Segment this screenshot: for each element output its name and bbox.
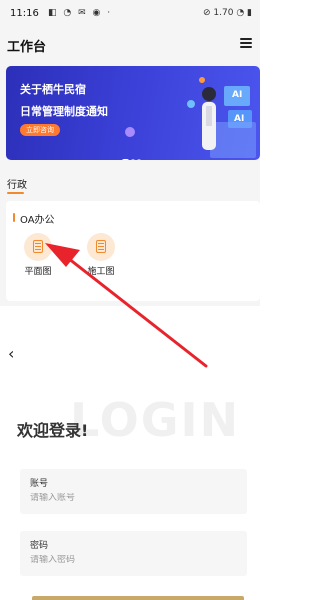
hamburger-menu-icon[interactable] (240, 38, 252, 48)
app-label: 施工图 (87, 267, 115, 277)
app-header: 工作台 (0, 28, 260, 60)
ai-badge: AI (232, 90, 243, 100)
status-time: 11:16 (10, 8, 39, 19)
tab-admin[interactable]: 行政 (7, 176, 27, 191)
account-input[interactable] (30, 493, 230, 503)
account-label: 账号 (30, 479, 49, 489)
banner-title: 关于栖牛民宿 (20, 83, 86, 96)
login-watermark: LOGIN (70, 393, 241, 447)
section-marker (13, 213, 15, 222)
section-title: OA办公 (20, 215, 55, 226)
app-construction-drawing[interactable]: 施工图 (81, 233, 121, 277)
promo-banner[interactable]: 关于栖牛民宿 日常管理制度通知 AI AI 立即咨询 (6, 66, 260, 160)
password-label: 密码 (30, 541, 49, 551)
consult-button[interactable]: 立即咨询 (20, 124, 60, 136)
app-label: 平面图 (24, 267, 52, 277)
back-chevron-icon[interactable]: ‹ (8, 344, 22, 364)
workspace-screen: 11:16 ◧ ◔ ✉ ◉ · ⊘ 1.70 ◔ ▮ 工作台 关于栖牛民宿 日常… (0, 0, 260, 306)
password-field: 密码 (20, 531, 247, 576)
page-title: 工作台 (7, 40, 47, 55)
document-icon (87, 233, 115, 261)
status-bar: 11:16 ◧ ◔ ✉ ◉ · ⊘ 1.70 ◔ ▮ (0, 0, 260, 28)
welcome-heading: 欢迎登录! (17, 421, 89, 440)
document-icon (24, 233, 52, 261)
carousel-indicator (122, 148, 143, 160)
banner-subtitle: 日常管理制度通知 (20, 105, 108, 118)
notification-icons: ◧ ◔ ✉ ◉ · (48, 8, 113, 18)
account-field: 账号 (20, 469, 247, 514)
active-tab-indicator (7, 192, 24, 194)
system-status-icons: ⊘ 1.70 ◔ ▮ (203, 8, 252, 18)
oa-office-card: OA办公 平面图 施工图 (6, 201, 260, 301)
app-floor-plan[interactable]: 平面图 (18, 233, 58, 277)
ai-badge: AI (234, 114, 245, 124)
login-button-edge[interactable] (32, 596, 244, 600)
password-input[interactable] (30, 555, 230, 565)
